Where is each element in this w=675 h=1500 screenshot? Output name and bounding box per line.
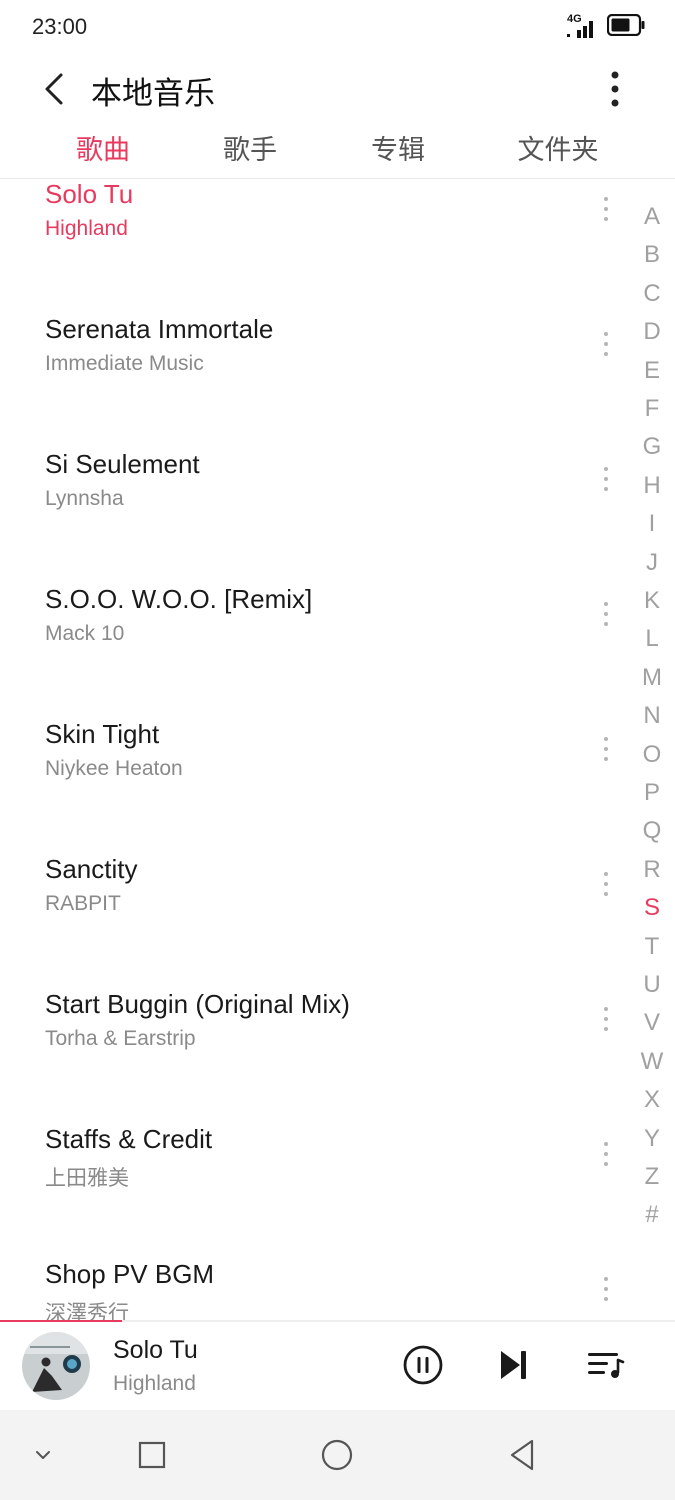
nav-back-button[interactable] [497,1430,547,1480]
alphabet-index-letter[interactable]: O [632,741,672,769]
song-item[interactable]: Shop PV BGM 深澤秀行 [0,1259,620,1320]
alphabet-index-letter[interactable]: Q [632,817,672,845]
now-playing-artist: Highland [113,1372,196,1395]
alphabet-index-letter[interactable]: V [632,1009,672,1037]
chevron-down-icon [36,1451,50,1459]
now-playing-title: Solo Tu [113,1336,198,1364]
song-artist: Highland [45,217,128,240]
song-artist: Mack 10 [45,622,125,645]
nav-recents-button[interactable] [127,1430,177,1480]
song-more-button[interactable] [590,1264,622,1314]
square-icon [138,1441,166,1469]
alphabet-index-letter[interactable]: # [632,1201,672,1229]
next-button[interactable] [489,1340,539,1390]
more-vert-icon [611,71,619,107]
album-art[interactable] [22,1332,90,1400]
song-artist: Immediate Music [45,352,204,375]
alphabet-index-letter[interactable]: N [632,702,672,730]
alphabet-index-letter[interactable]: B [632,241,672,269]
playlist-icon [588,1353,625,1378]
song-item[interactable]: Staffs & Credit 上田雅美 [0,1124,620,1259]
alphabet-index-letter[interactable]: H [632,472,672,500]
song-title: S.O.O. W.O.O. [Remix] [45,584,313,614]
song-title: Si Seulement [45,449,200,479]
song-item[interactable]: Sanctity RABPIT [0,854,620,989]
alphabet-index-letter[interactable]: C [632,280,672,308]
tab-songs[interactable]: 歌曲 [76,128,130,167]
alphabet-index-letter[interactable]: E [632,357,672,385]
alphabet-index-letter[interactable]: Z [632,1163,672,1191]
alphabet-index-letter[interactable]: U [632,971,672,999]
more-options-button[interactable] [595,64,635,114]
song-more-button[interactable] [590,1129,622,1179]
song-artist: Niykee Heaton [45,757,183,780]
mini-player[interactable]: Solo Tu Highland [0,1322,675,1410]
alphabet-index-letter[interactable]: L [632,625,672,653]
song-title: Start Buggin (Original Mix) [45,989,350,1019]
song-title: Shop PV BGM [45,1259,215,1289]
alphabet-index-letter[interactable]: R [632,856,672,884]
song-title: Solo Tu [45,179,134,209]
song-more-button[interactable] [590,319,622,369]
alphabet-index-letter[interactable]: X [632,1086,672,1114]
signal-icon: 4G [567,13,597,39]
pause-button[interactable] [398,1340,448,1390]
song-item[interactable]: Skin Tight Niykee Heaton [0,719,620,854]
alphabet-index-letter[interactable]: G [632,433,672,461]
alphabet-index-letter[interactable]: F [632,395,672,423]
song-title: Sanctity [45,854,138,884]
tab-albums[interactable]: 专辑 [371,128,425,167]
song-title: Skin Tight [45,719,160,749]
system-nav-bar [0,1410,675,1500]
song-artist: 深澤秀行 [45,1302,129,1320]
app-header: 本地音乐 [0,56,675,120]
circle-icon [321,1439,353,1471]
song-item[interactable]: Si Seulement Lynnsha [0,449,620,584]
alphabet-index-letter[interactable]: P [632,779,672,807]
song-item[interactable]: Serenata Immortale Immediate Music [0,314,620,449]
song-more-button[interactable] [590,859,622,909]
status-time: 23:00 [32,14,88,39]
pause-icon [403,1345,443,1385]
song-more-button[interactable] [590,454,622,504]
song-list: Solo Tu Highland Serenata Immortale Imme… [0,179,675,1320]
alphabet-index-letter[interactable]: J [632,549,672,577]
alphabet-index-letter[interactable]: K [632,587,672,615]
song-item[interactable]: S.O.O. W.O.O. [Remix] Mack 10 [0,584,620,719]
song-item[interactable]: Start Buggin (Original Mix) Torha & Ears… [0,989,620,1124]
alphabet-index-letter[interactable]: M [632,664,672,692]
song-more-button[interactable] [590,994,622,1044]
song-more-button[interactable] [590,589,622,639]
song-more-button[interactable] [590,724,622,774]
song-title: Staffs & Credit [45,1124,213,1154]
song-more-button[interactable] [590,184,622,234]
page-title: 本地音乐 [91,76,215,111]
song-title: Serenata Immortale [45,314,274,344]
playlist-button[interactable] [581,1340,631,1390]
status-icons: 4G [567,13,645,41]
tab-bar: 歌曲 歌手 专辑 文件夹 [0,122,675,179]
alphabet-index-letter[interactable]: T [632,933,672,961]
tab-folders[interactable]: 文件夹 [518,128,599,167]
back-button[interactable] [30,64,80,114]
battery-icon [606,13,645,41]
alphabet-index-letter[interactable]: I [632,510,672,538]
alphabet-index-letter[interactable]: S [632,894,672,922]
song-artist: Torha & Earstrip [45,1027,196,1050]
nav-home-button[interactable] [312,1430,362,1480]
song-item[interactable]: Solo Tu Highland [0,179,620,314]
alphabet-index-letter[interactable]: D [632,318,672,346]
alphabet-index-letter[interactable]: Y [632,1125,672,1153]
status-bar: 23:00 4G [0,0,675,56]
back-arrow-icon [45,73,63,105]
tab-artists[interactable]: 歌手 [223,128,277,167]
triangle-back-icon [510,1439,534,1471]
skip-next-icon [501,1351,526,1379]
song-artist: 上田雅美 [45,1167,129,1190]
alphabet-index-letter[interactable]: A [632,203,672,231]
song-artist: RABPIT [45,892,121,915]
song-artist: Lynnsha [45,487,124,510]
nav-collapse-button[interactable] [18,1430,68,1480]
alphabet-index-letter[interactable]: W [632,1048,672,1076]
